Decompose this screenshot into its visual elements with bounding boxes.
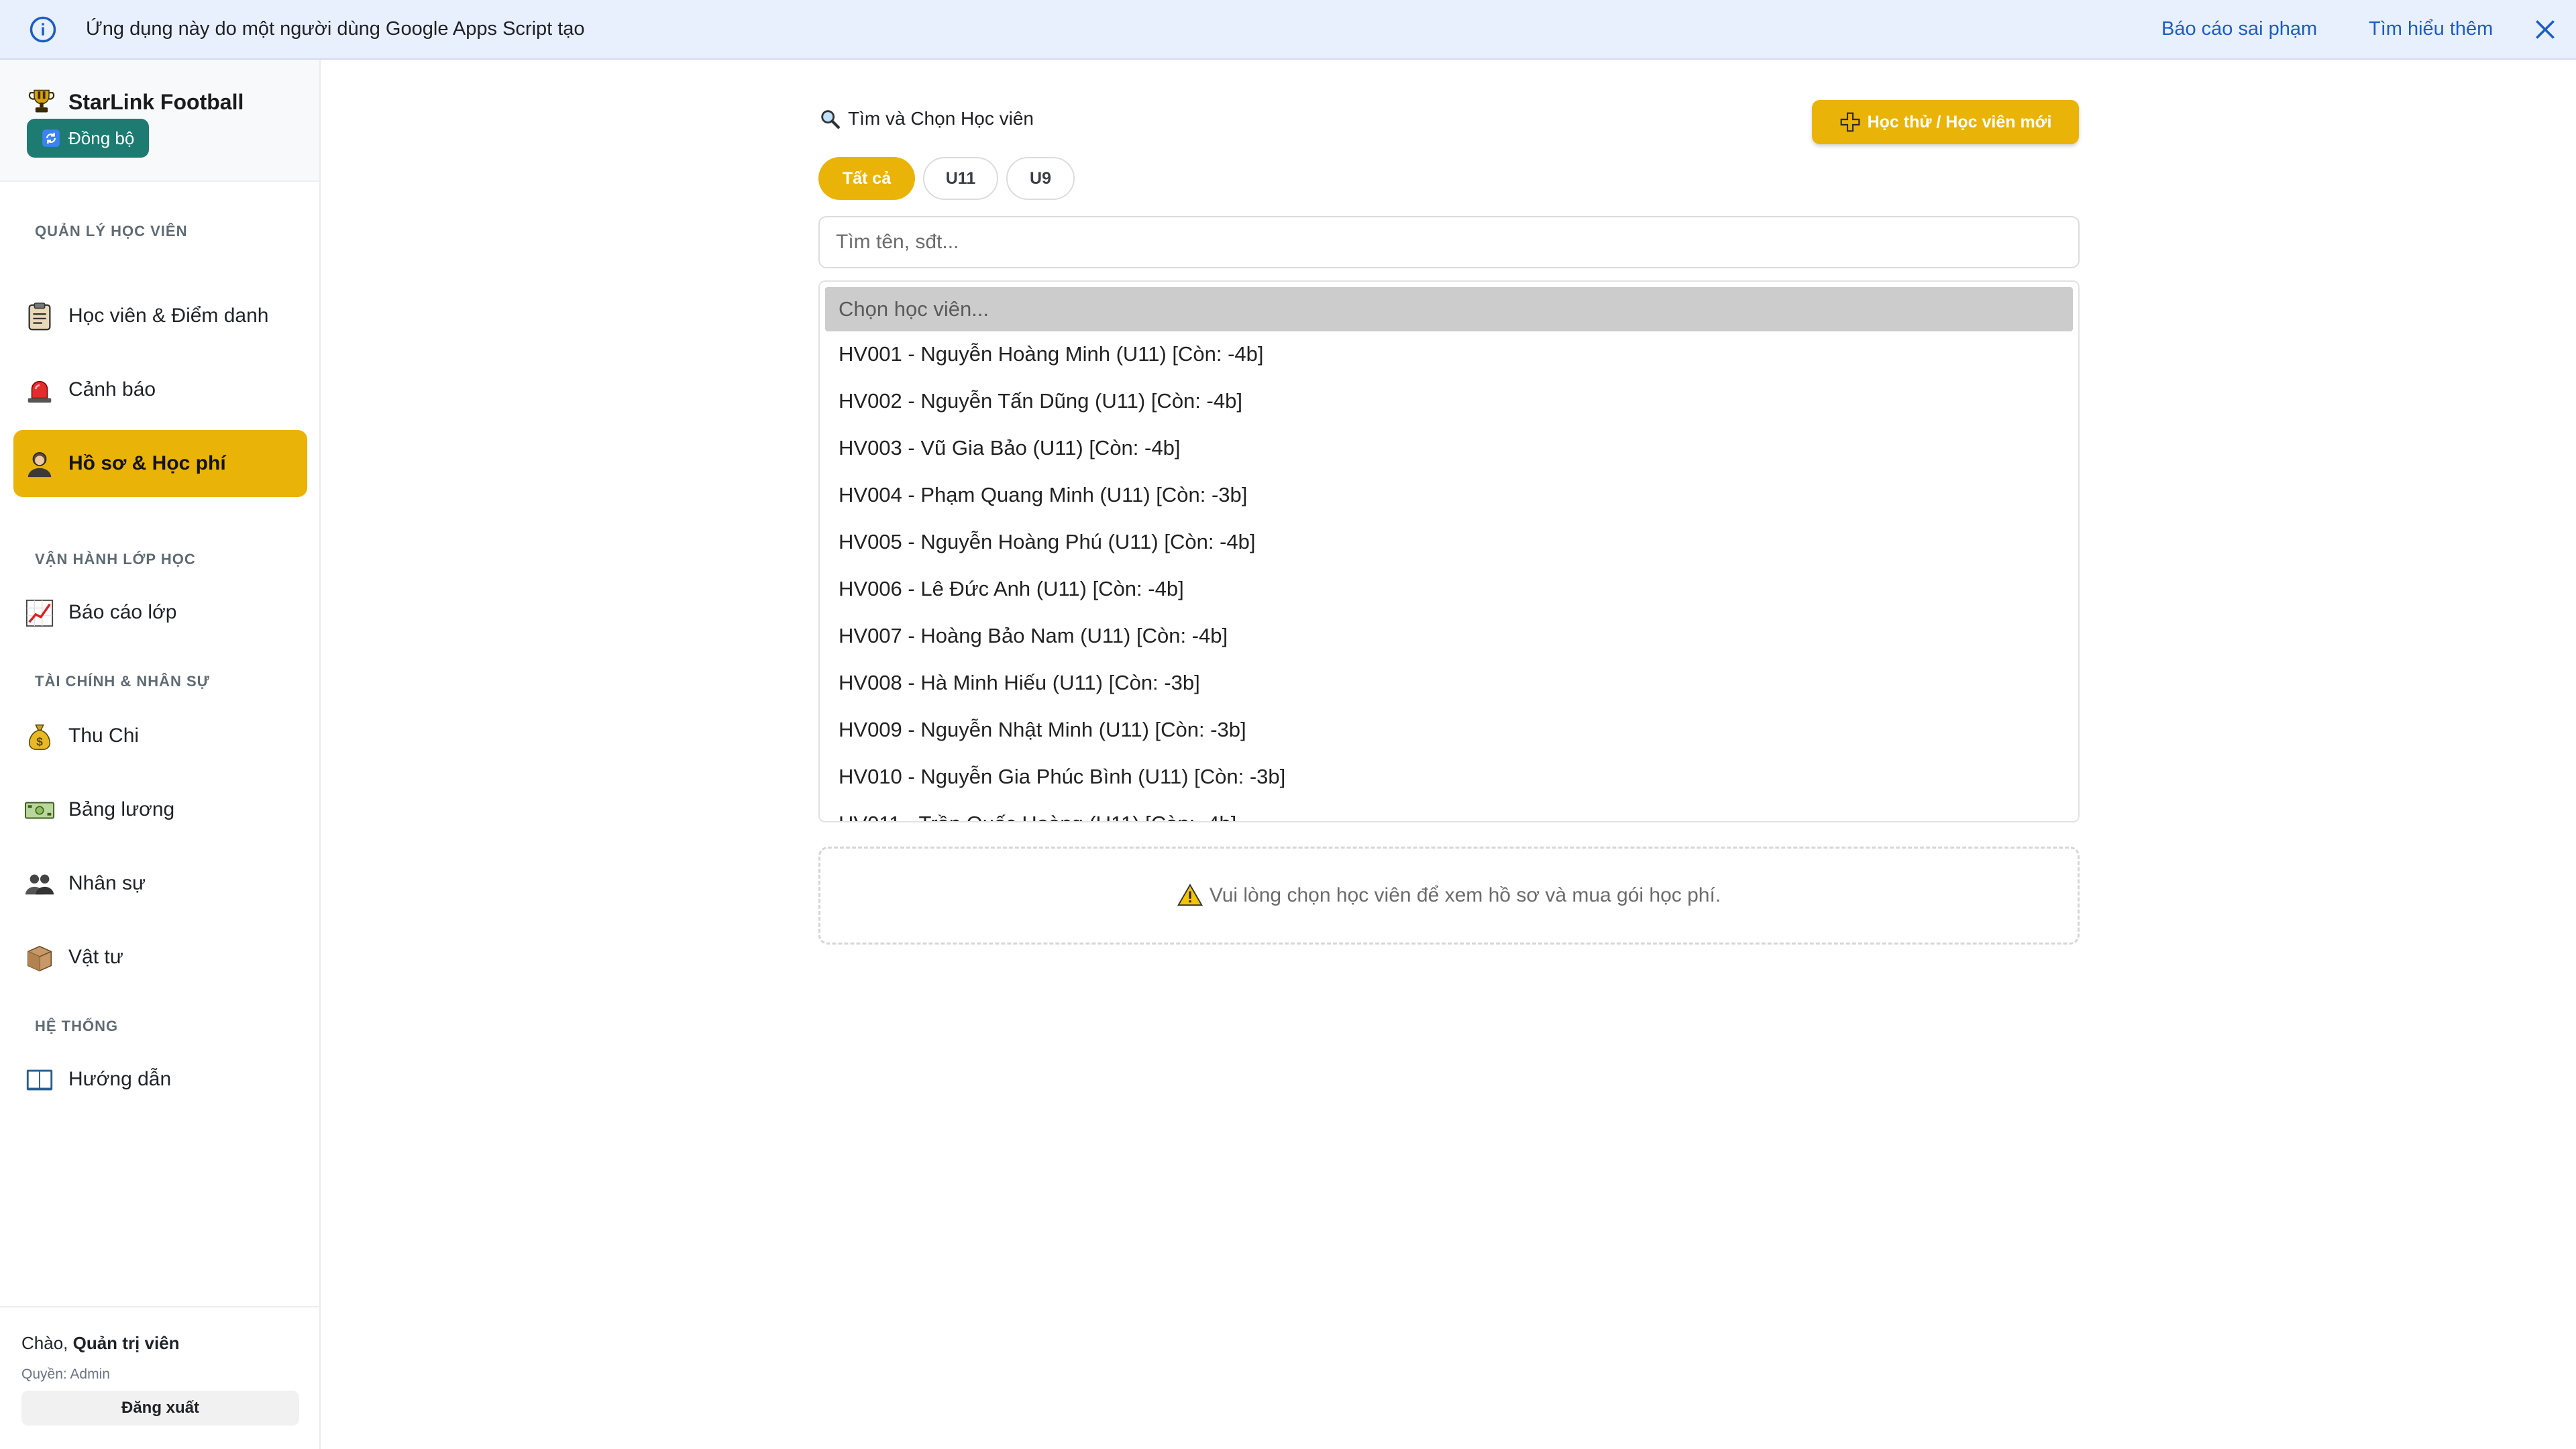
sidebar-item-label: Thu Chi [68, 724, 140, 747]
money-bag-icon: $ [28, 724, 51, 750]
sidebar-item-income-expense[interactable]: $ Thu Chi [13, 702, 307, 769]
sync-button[interactable]: Đồng bộ [27, 119, 149, 158]
sidebar-item-label: Bảng lương [68, 798, 175, 820]
sidebar-item-label: Vật tư [68, 946, 123, 968]
list-item[interactable]: HV008 - Hà Minh Hiếu (U11) [Còn: -3b] [839, 671, 1200, 695]
sidebar-item-profile-fees[interactable]: Hồ sơ & Học phí [13, 430, 307, 497]
student-select-list[interactable]: Chọn học viên... HV001 - Nguyễn Hoàng Mi… [818, 280, 2080, 822]
report-abuse-link[interactable]: Báo cáo sai phạm [2161, 18, 2317, 40]
user-greeting: Chào, Quản trị viên [21, 1333, 180, 1353]
student-search-input[interactable] [818, 216, 2080, 268]
section-student-management: QUẢN LÝ HỌC VIÊN [35, 223, 188, 239]
package-icon [27, 945, 52, 972]
app-title: StarLink Football [68, 90, 244, 114]
chart-icon [25, 599, 54, 627]
filter-all[interactable]: Tất cả [818, 157, 915, 200]
apps-script-banner: Ứng dụng này do một người dùng Google Ap… [0, 0, 2576, 60]
clipboard-icon [28, 303, 51, 331]
siren-icon [28, 380, 52, 403]
search-title-text: Tìm và Chọn Học viên [848, 108, 1034, 129]
list-item[interactable]: HV011 - Trần Quốc Hoàng (U11) [Còn: -4b] [839, 812, 1236, 821]
empty-state-notice: Vui lòng chọn học viên để xem hồ sơ và m… [818, 847, 2080, 945]
trophy-logo-icon [28, 89, 55, 113]
sidebar-item-students-attendance[interactable]: Học viên & Điểm danh [13, 282, 307, 350]
list-item[interactable]: HV002 - Nguyễn Tấn Dũng (U11) [Còn: -4b] [839, 389, 1242, 413]
sidebar-item-class-report[interactable]: Báo cáo lớp [13, 579, 307, 646]
book-icon [26, 1069, 53, 1091]
section-class-operations: VẬN HÀNH LỚP HỌC [35, 551, 196, 568]
new-student-label: Học thử / Học viên mới [1867, 112, 2052, 131]
list-item[interactable]: HV004 - Phạm Quang Minh (U11) [Còn: -3b] [839, 483, 1247, 507]
section-system: HỆ THỐNG [35, 1018, 119, 1034]
list-item[interactable]: HV007 - Hoàng Bảo Nam (U11) [Còn: -4b] [839, 624, 1228, 648]
people-icon [25, 874, 54, 895]
sidebar-item-supplies[interactable]: Vật tư [13, 924, 307, 991]
select-placeholder-option[interactable]: Chọn học viên... [825, 287, 2073, 331]
svg-text:$: $ [36, 735, 43, 748]
list-item[interactable]: HV003 - Vũ Gia Bảo (U11) [Còn: -4b] [839, 436, 1180, 460]
warning-icon [1177, 883, 1203, 906]
user-role: Quyền: Admin [21, 1366, 110, 1382]
person-icon [28, 451, 52, 478]
section-finance-hr: TÀI CHÍNH & NHÂN SỰ [35, 673, 210, 690]
magnifier-icon [821, 110, 840, 129]
sidebar-item-label: Hồ sơ & Học phí [68, 452, 226, 474]
sidebar-item-label: Báo cáo lớp [68, 601, 177, 623]
list-item[interactable]: HV001 - Nguyễn Hoàng Minh (U11) [Còn: -4… [839, 342, 1264, 366]
plus-icon [1840, 112, 1860, 132]
notice-text: Vui lòng chọn học viên để xem hồ sơ và m… [1209, 884, 1721, 906]
user-name: Quản trị viên [72, 1333, 180, 1353]
sidebar-item-label: Hướng dẫn [68, 1068, 172, 1090]
sidebar-item-alerts[interactable]: Cảnh báo [13, 356, 307, 423]
search-section-title: Tìm và Chọn Học viên [818, 107, 1034, 130]
filter-u11[interactable]: U11 [923, 157, 998, 200]
banner-message: Ứng dụng này do một người dùng Google Ap… [86, 18, 585, 40]
sync-label: Đồng bộ [68, 127, 135, 148]
list-item[interactable]: HV010 - Nguyễn Gia Phúc Bình (U11) [Còn:… [839, 765, 1285, 789]
list-item[interactable]: HV006 - Lê Đức Anh (U11) [Còn: -4b] [839, 577, 1184, 601]
list-item[interactable]: HV009 - Nguyễn Nhật Minh (U11) [Còn: -3b… [839, 718, 1246, 742]
sidebar-item-label: Học viên & Điểm danh [68, 305, 269, 327]
refresh-icon [42, 129, 60, 147]
learn-more-link[interactable]: Tìm hiểu thêm [2369, 18, 2493, 40]
sidebar-item-guide[interactable]: Hướng dẫn [13, 1046, 307, 1113]
user-panel: Chào, Quản trị viên Quyền: Admin Đăng xu… [0, 1306, 319, 1449]
banknote-icon [24, 802, 55, 819]
sidebar-item-payroll[interactable]: Bảng lương [13, 776, 307, 843]
new-student-button[interactable]: Học thử / Học viên mới [1812, 100, 2079, 144]
sidebar-item-staff[interactable]: Nhân sự [13, 850, 307, 917]
brand-header: StarLink Football Đồng bộ [0, 60, 319, 182]
sidebar-item-label: Cảnh báo [68, 378, 156, 400]
filter-u9[interactable]: U9 [1006, 157, 1075, 200]
sidebar-item-label: Nhân sự [68, 872, 146, 894]
info-icon [30, 16, 56, 43]
logout-button[interactable]: Đăng xuất [21, 1391, 299, 1426]
sidebar: StarLink Football Đồng bộ QUẢN LÝ HỌC VI… [0, 60, 321, 1449]
list-item[interactable]: HV005 - Nguyễn Hoàng Phú (U11) [Còn: -4b… [839, 530, 1255, 554]
close-icon[interactable] [2532, 17, 2558, 42]
